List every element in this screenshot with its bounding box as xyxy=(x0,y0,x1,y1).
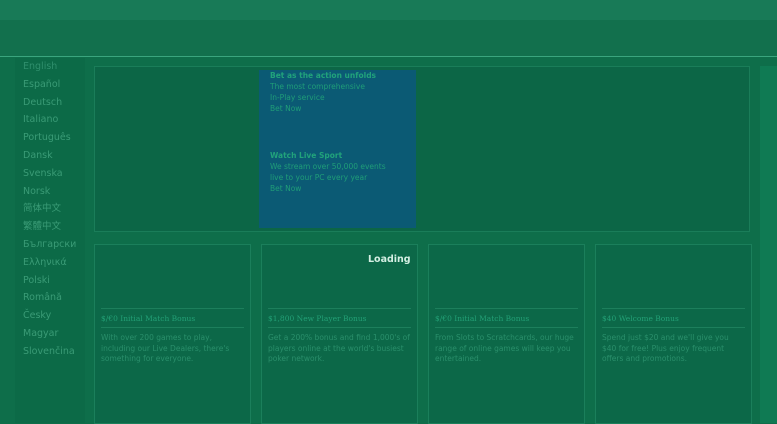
language-item-english[interactable]: English xyxy=(23,58,76,76)
card-divider xyxy=(101,308,244,309)
card-divider xyxy=(268,327,411,328)
language-item-svenska[interactable]: Svenska xyxy=(23,165,76,183)
card-title: $/€0 Initial Match Bonus xyxy=(101,314,196,323)
language-item-portugues[interactable]: Português xyxy=(23,129,76,147)
right-strip xyxy=(760,66,777,423)
language-item-italiano[interactable]: Italiano xyxy=(23,111,76,129)
promo-panel xyxy=(94,66,750,232)
language-item-polski[interactable]: Polski xyxy=(23,272,76,290)
language-item-greek[interactable]: Ελληνικά xyxy=(23,254,76,272)
language-item-romana[interactable]: Română xyxy=(23,289,76,307)
promo-inplay-bet-now-link[interactable]: Bet Now xyxy=(270,103,376,114)
language-item-slovencina[interactable]: Slovenčina xyxy=(23,343,76,361)
language-item-dansk[interactable]: Dansk xyxy=(23,147,76,165)
loading-indicator: Loading xyxy=(368,254,411,265)
promo-inplay-title: Bet as the action unfolds xyxy=(270,71,377,80)
card-casino[interactable]: $/€0 Initial Match Bonus With over 200 g… xyxy=(94,244,251,424)
language-item-espanol[interactable]: Español xyxy=(23,76,76,94)
card-description: From Slots to Scratchcards, our huge ran… xyxy=(435,333,574,363)
language-item-magyar[interactable]: Magyar xyxy=(23,325,76,343)
promo-live-sport-title: Watch Live Sport xyxy=(270,151,343,160)
promo-live-sport-line1: We stream over 50,000 events xyxy=(270,162,386,171)
top-bar xyxy=(0,0,777,20)
promo-inplay: Bet as the action unfolds The most compr… xyxy=(270,70,376,114)
promo-inplay-line2: In-Play service xyxy=(270,93,325,102)
language-item-norsk[interactable]: Norsk xyxy=(23,183,76,201)
card-description: Get a 200% bonus and find 1,000's of pla… xyxy=(268,333,410,363)
card-games[interactable]: $/€0 Initial Match Bonus From Slots to S… xyxy=(428,244,585,424)
language-item-simplified-chinese[interactable]: 简体中文 xyxy=(23,200,76,218)
card-divider xyxy=(435,327,578,328)
card-title: $1,800 New Player Bonus xyxy=(268,314,367,323)
card-divider xyxy=(101,327,244,328)
card-title: $/€0 Initial Match Bonus xyxy=(435,314,530,323)
card-title: $40 Welcome Bonus xyxy=(602,314,679,323)
card-divider xyxy=(602,308,745,309)
header-bar xyxy=(0,20,777,57)
card-divider xyxy=(602,327,745,328)
card-description: With over 200 games to play, including o… xyxy=(101,333,230,363)
promo-box: Bet as the action unfolds The most compr… xyxy=(259,70,416,228)
card-poker[interactable]: $1,800 New Player Bonus Get a 200% bonus… xyxy=(261,244,418,424)
promo-live-sport-bet-now-link[interactable]: Bet Now xyxy=(270,183,386,194)
language-list: English Español Deutsch Italiano Portugu… xyxy=(23,58,76,361)
card-divider xyxy=(435,308,578,309)
language-item-cesky[interactable]: Česky xyxy=(23,307,76,325)
language-sidebar: English Español Deutsch Italiano Portugu… xyxy=(15,58,85,423)
promo-live-sport-line2: live to your PC every year xyxy=(270,173,368,182)
language-item-traditional-chinese[interactable]: 繁體中文 xyxy=(23,218,76,236)
card-bingo[interactable]: $40 Welcome Bonus Spend just $20 and we'… xyxy=(595,244,752,424)
card-description: Spend just $20 and we'll give you $40 fo… xyxy=(602,333,729,363)
language-item-bulgarian[interactable]: Български xyxy=(23,236,76,254)
promo-inplay-line1: The most comprehensive xyxy=(270,82,365,91)
promo-live-sport: Watch Live Sport We stream over 50,000 e… xyxy=(270,150,386,194)
language-item-deutsch[interactable]: Deutsch xyxy=(23,94,76,112)
card-divider xyxy=(268,308,411,309)
